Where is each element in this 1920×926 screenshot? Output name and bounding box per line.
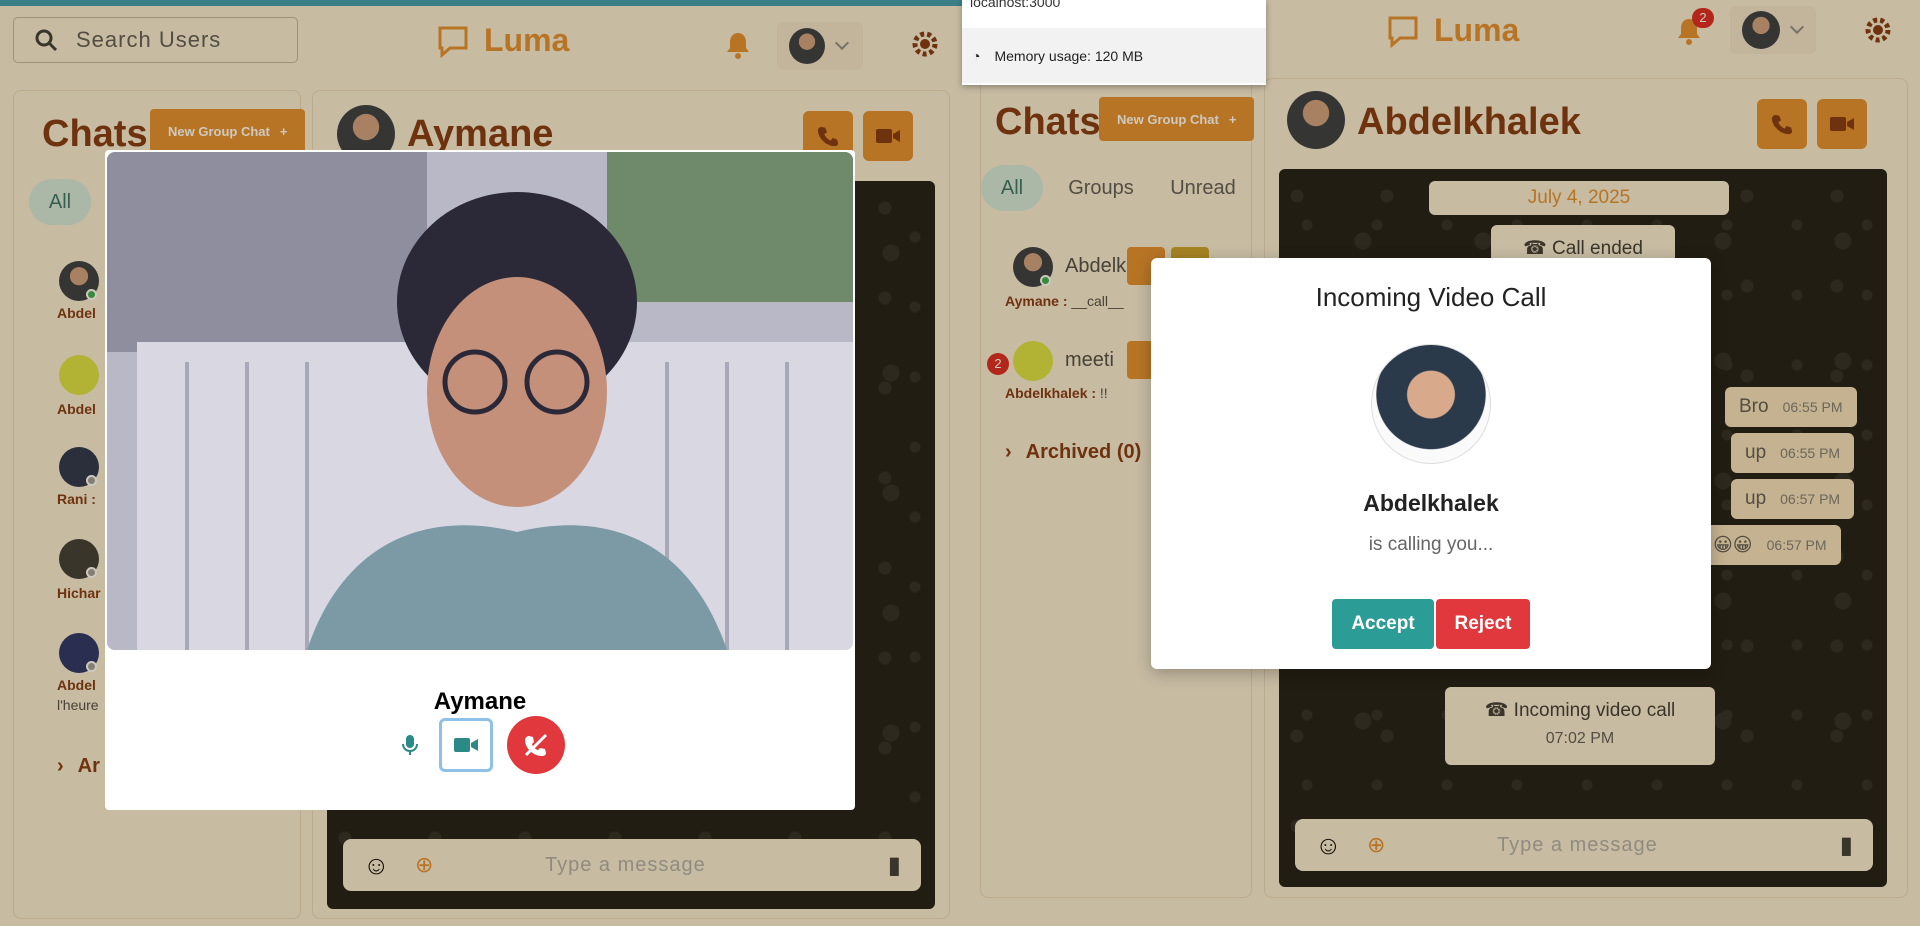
video-call-caller-name: Aymane xyxy=(433,688,527,715)
incoming-call-title: Incoming Video Call xyxy=(1315,282,1547,312)
microphone-icon xyxy=(402,735,418,755)
calling-status: is calling you... xyxy=(1368,534,1494,555)
incoming-call-modal: Incoming Video Call Abdelkhalek is calli… xyxy=(1151,258,1711,669)
mute-button[interactable] xyxy=(395,730,425,760)
memory-usage-text: Memory usage: 120 MB xyxy=(994,47,1144,64)
memory-usage-row: ◔ Memory usage: 120 MB xyxy=(962,28,1266,83)
video-call-window: Aymane xyxy=(105,150,855,810)
gauge-icon: ◔ xyxy=(972,47,981,64)
accept-call-button[interactable]: Accept xyxy=(1332,599,1434,649)
video-frame-illustration xyxy=(107,152,853,650)
end-call-button[interactable] xyxy=(507,716,565,774)
caller-name: Abdelkhalek xyxy=(1363,490,1499,516)
remote-video-feed xyxy=(107,152,853,650)
video-camera-icon xyxy=(454,738,478,752)
browser-tab-tooltip: localhost:3000 ◔ Memory usage: 120 MB xyxy=(962,0,1266,85)
caller-avatar xyxy=(1371,344,1491,464)
video-call-controls xyxy=(105,716,855,774)
reject-call-button[interactable]: Reject xyxy=(1436,599,1530,649)
left-browser-window: Search Users Luma Chats New Group Chat +… xyxy=(0,0,962,926)
phone-hangup-icon xyxy=(524,733,548,757)
toggle-camera-button[interactable] xyxy=(439,718,493,772)
tooltip-url: localhost:3000 xyxy=(970,0,1061,10)
